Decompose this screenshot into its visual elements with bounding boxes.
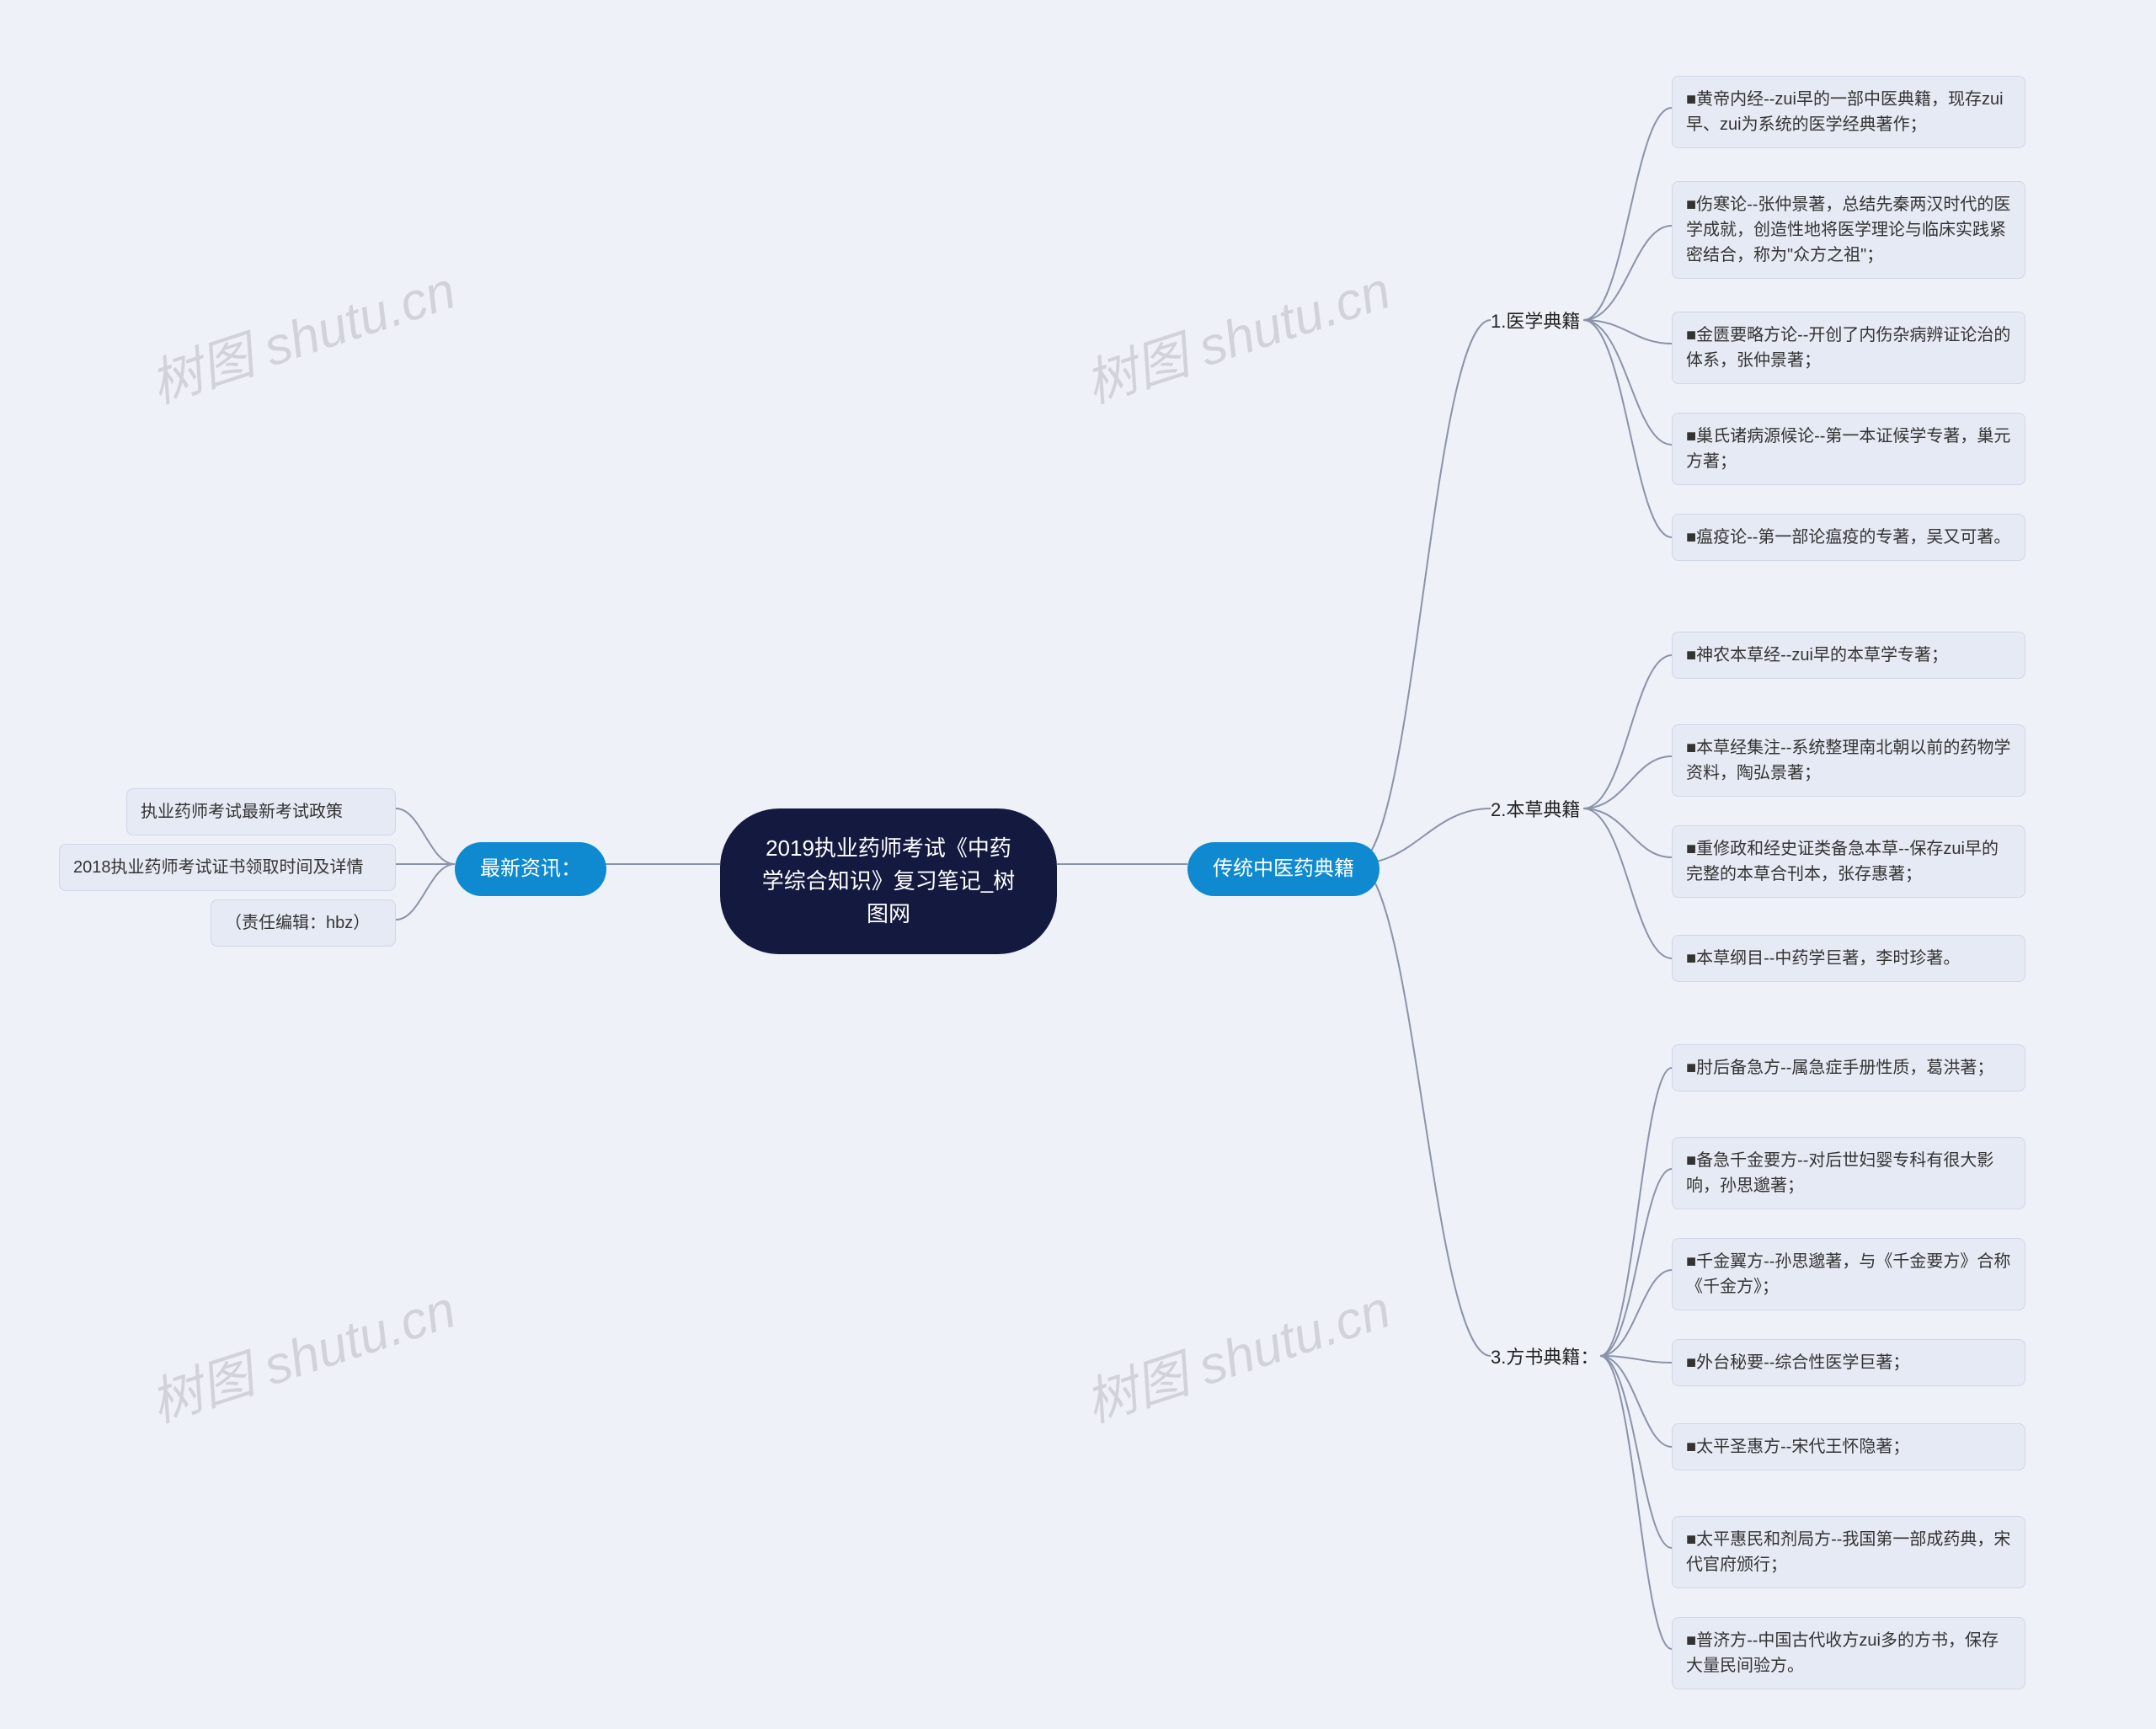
branch-right[interactable]: 传统中医药典籍 [1187,842,1380,896]
leaf-bencao-3[interactable]: ■本草纲目--中药学巨著，李时珍著。 [1672,935,2025,982]
leaf-fangshu-4[interactable]: ■太平圣惠方--宋代王怀隐著； [1672,1423,2025,1470]
leaf-medical-2[interactable]: ■金匮要略方论--开创了内伤杂病辨证论治的体系，张仲景著； [1672,312,2025,384]
sub-fangshu[interactable]: 3.方书典籍： [1491,1343,1598,1371]
leaf-bencao-1[interactable]: ■本草经集注--系统整理南北朝以前的药物学资料，陶弘景著； [1672,724,2025,797]
leaf-fangshu-1[interactable]: ■备急千金要方--对后世妇婴专科有很大影响，孙思邈著； [1672,1137,2025,1209]
leaf-bencao-2[interactable]: ■重修政和经史证类备急本草--保存zui早的完整的本草合刊本，张存惠著； [1672,825,2025,898]
leaf-fangshu-6[interactable]: ■普济方--中国古代收方zui多的方书，保存大量民间验方。 [1672,1617,2025,1689]
watermark: 树图 shutu.cn [139,1267,463,1437]
watermark: 树图 shutu.cn [1074,248,1398,418]
leaf-fangshu-3[interactable]: ■外台秘要--综合性医学巨著； [1672,1339,2025,1386]
leaf-fangshu-0[interactable]: ■肘后备急方--属急症手册性质，葛洪著； [1672,1044,2025,1091]
watermark: 树图 shutu.cn [1074,1267,1398,1437]
left-leaf-1[interactable]: 2018执业药师考试证书领取时间及详情 [59,844,396,891]
leaf-medical-0[interactable]: ■黄帝内经--zui早的一部中医典籍，现存zui早、zui为系统的医学经典著作； [1672,76,2025,148]
leaf-bencao-0[interactable]: ■神农本草经--zui早的本草学专著； [1672,632,2025,679]
watermark: 树图 shutu.cn [139,248,463,418]
left-leaf-0[interactable]: 执业药师考试最新考试政策 [126,788,396,835]
leaf-medical-3[interactable]: ■巢氏诸病源候论--第一本证候学专著，巢元方著； [1672,413,2025,485]
sub-medical[interactable]: 1.医学典籍 [1491,307,1580,335]
branch-left[interactable]: 最新资讯： [455,842,606,896]
leaf-fangshu-2[interactable]: ■千金翼方--孙思邈著，与《千金要方》合称《千金方》； [1672,1238,2025,1310]
leaf-medical-4[interactable]: ■瘟疫论--第一部论瘟疫的专著，吴又可著。 [1672,514,2025,561]
leaf-medical-1[interactable]: ■伤寒论--张仲景著，总结先秦两汉时代的医学成就，创造性地将医学理论与临床实践紧… [1672,181,2025,279]
root-node[interactable]: 2019执业药师考试《中药学综合知识》复习笔记_树图网 [720,808,1057,954]
leaf-fangshu-5[interactable]: ■太平惠民和剂局方--我国第一部成药典，宋代官府颁行； [1672,1516,2025,1588]
sub-bencao[interactable]: 2.本草典籍 [1491,796,1580,824]
left-leaf-2[interactable]: （责任编辑：hbz） [211,899,396,947]
